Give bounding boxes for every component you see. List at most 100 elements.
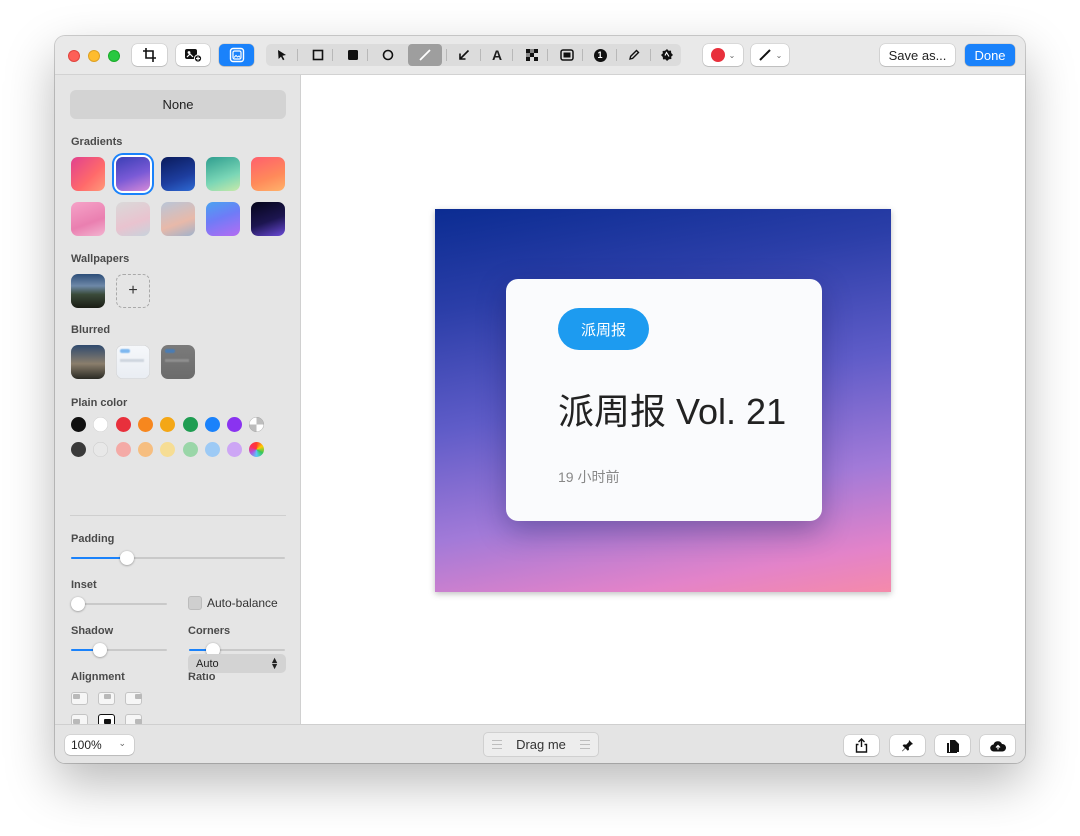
counter-tool[interactable]: 1 [586, 44, 614, 66]
blurred-swatch-dark[interactable] [161, 345, 195, 379]
gradient-swatch[interactable] [206, 202, 240, 236]
color-swatch[interactable] [227, 417, 243, 432]
color-swatch[interactable] [137, 417, 153, 432]
wallpaper-swatch[interactable] [71, 274, 105, 308]
background-button[interactable] [219, 44, 254, 66]
maximize-window-button[interactable] [108, 50, 120, 62]
color-swatch[interactable] [115, 417, 131, 432]
color-swatch[interactable] [160, 417, 176, 432]
cloud-upload-icon [989, 740, 1006, 752]
gradient-swatch[interactable] [71, 202, 105, 236]
rectangle-filled-tool[interactable] [339, 44, 367, 66]
inset-slider-knob[interactable] [71, 597, 85, 611]
ellipse-icon [382, 49, 394, 61]
blurred-swatch-wallpaper[interactable] [71, 345, 105, 379]
wallpapers-heading: Wallpapers [71, 253, 130, 265]
arrow-tool[interactable] [450, 44, 478, 66]
stroke-color-picker[interactable]: ⌄ [703, 44, 743, 66]
screenshot-artboard[interactable]: 派周报 派周报 Vol. 21 19 小时前 [435, 209, 891, 592]
pixelate-tool[interactable] [518, 44, 546, 66]
text-tool[interactable]: A [483, 44, 511, 66]
done-button[interactable]: Done [965, 44, 1015, 66]
minimize-window-button[interactable] [88, 50, 100, 62]
ratio-select[interactable]: Auto ▲ ▼ [188, 654, 286, 673]
card-title: 派周报 Vol. 21 [558, 391, 787, 432]
updown-chevron-icon: ▲ ▼ [270, 655, 279, 671]
color-swatch[interactable] [204, 442, 220, 457]
alignment-label: Alignment [71, 671, 125, 683]
pencil-icon [629, 49, 640, 60]
plain-color-heading: Plain color [71, 397, 128, 409]
sidebar-divider [70, 515, 286, 516]
shadow-label: Shadow [71, 625, 114, 637]
crop-button[interactable] [132, 44, 167, 66]
color-swatch[interactable] [249, 442, 265, 457]
gradient-swatch[interactable] [161, 157, 195, 191]
corners-slider[interactable] [189, 643, 285, 657]
color-swatch[interactable] [71, 442, 86, 457]
color-swatch[interactable] [93, 417, 109, 432]
gradient-swatch[interactable] [251, 202, 285, 236]
gradient-swatch[interactable] [116, 202, 150, 236]
color-swatch[interactable] [204, 417, 220, 432]
zoom-select[interactable]: 100% ⌄ [65, 735, 134, 755]
alignment-option[interactable] [125, 692, 142, 705]
stroke-width-picker[interactable]: ⌄ [751, 44, 789, 66]
gradient-swatch[interactable] [161, 202, 195, 236]
upload-cloud-button[interactable] [980, 735, 1015, 756]
inset-slider[interactable] [71, 597, 167, 611]
gradient-swatch[interactable] [206, 157, 240, 191]
color-swatch[interactable] [137, 442, 153, 457]
color-swatch[interactable] [182, 442, 198, 457]
crop-icon [142, 48, 156, 62]
alignment-option[interactable] [71, 692, 88, 705]
highlight-tool[interactable] [553, 44, 581, 66]
blurred-swatch-light[interactable] [116, 345, 150, 379]
chevron-down-icon: ⌄ [728, 50, 736, 60]
color-swatch[interactable] [93, 442, 109, 457]
rectangle-outline-tool[interactable] [304, 44, 332, 66]
pencil-tool[interactable] [620, 44, 648, 66]
copy-icon [946, 739, 959, 753]
auto-balance-checkbox[interactable] [188, 596, 202, 610]
annotation-tools: A 1 [266, 44, 681, 66]
blur-tool[interactable] [653, 44, 681, 66]
pin-button[interactable] [890, 735, 925, 756]
gradient-swatch[interactable] [71, 157, 105, 191]
shadow-slider-knob[interactable] [93, 643, 107, 657]
color-swatch[interactable] [71, 417, 86, 432]
zoom-value: 100% [71, 738, 102, 752]
grip-icon [580, 740, 590, 752]
gradient-swatch[interactable] [116, 157, 150, 191]
pixelate-icon [526, 49, 538, 61]
copy-button[interactable] [935, 735, 970, 756]
alignment-option[interactable] [98, 692, 115, 705]
drag-handle[interactable]: Drag me [483, 732, 599, 757]
gradient-swatch[interactable] [251, 157, 285, 191]
add-wallpaper-button[interactable]: + [116, 274, 150, 308]
color-swatch[interactable] [182, 417, 198, 432]
add-image-button[interactable] [176, 44, 210, 66]
color-swatch[interactable] [227, 442, 243, 457]
gradients-heading: Gradients [71, 136, 123, 148]
shadow-slider[interactable] [71, 643, 167, 657]
share-button[interactable] [844, 735, 879, 756]
save-as-button[interactable]: Save as... [880, 44, 955, 66]
padding-slider-knob[interactable] [120, 551, 134, 565]
color-swatch[interactable] [115, 442, 131, 457]
color-swatch[interactable] [249, 417, 265, 432]
app-window: A 1 ⌄ ⌄ Save as... Done None Gradients W… [55, 36, 1025, 763]
blur-icon [661, 49, 673, 61]
none-background-button[interactable]: None [70, 90, 286, 119]
ellipse-tool[interactable] [374, 44, 402, 66]
pointer-tool[interactable] [268, 44, 296, 66]
padding-slider[interactable] [71, 551, 285, 565]
chevron-down-icon: ⌄ [775, 50, 783, 60]
preview-canvas: 派周报 派周报 Vol. 21 19 小时前 [301, 75, 1025, 724]
line-tool[interactable] [408, 44, 442, 66]
color-swatch[interactable] [160, 442, 176, 457]
close-window-button[interactable] [68, 50, 80, 62]
drag-label: Drag me [516, 737, 566, 752]
background-icon [229, 47, 244, 63]
padding-slider-fill [71, 557, 127, 559]
